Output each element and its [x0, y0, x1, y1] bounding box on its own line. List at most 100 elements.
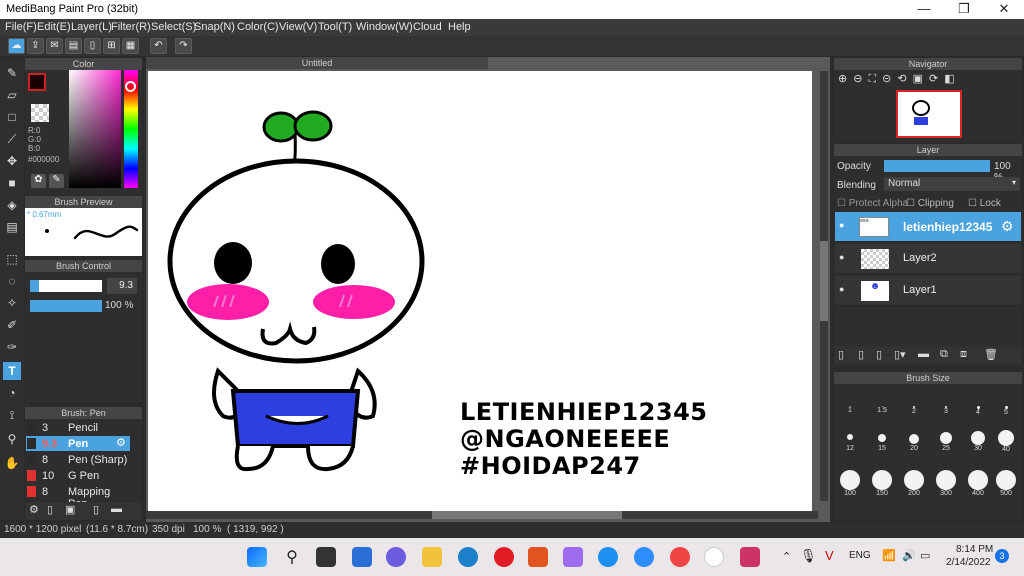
- task-view-icon[interactable]: [316, 547, 336, 567]
- move-tool-icon[interactable]: ✥: [3, 152, 21, 170]
- layer-row-layer2[interactable]: ● Layer2: [835, 244, 1021, 274]
- brush-size-option[interactable]: 400: [964, 470, 992, 497]
- clipping-checkbox[interactable]: ☐ Clipping: [906, 198, 954, 209]
- protect-alpha-checkbox[interactable]: ☐ Protect Alpha: [837, 198, 908, 209]
- widgets-icon[interactable]: [352, 547, 372, 567]
- menu-file[interactable]: File(F): [5, 21, 37, 33]
- brush-size-option[interactable]: 150: [868, 470, 896, 497]
- comment-icon[interactable]: ✉: [46, 38, 63, 54]
- reset-icon[interactable]: ▣: [913, 73, 929, 85]
- select-pen-icon[interactable]: ✐: [3, 316, 21, 334]
- text-tool-icon[interactable]: T: [3, 362, 21, 380]
- brush-add-icon[interactable]: ⚙: [29, 503, 39, 516]
- actual-size-icon[interactable]: ⊝: [882, 73, 897, 85]
- background-color-swatch[interactable]: [31, 104, 49, 122]
- flip-icon[interactable]: ◧: [944, 73, 960, 85]
- select-eraser-icon[interactable]: ✑: [3, 338, 21, 356]
- new-8bit-layer-icon[interactable]: ▯: [876, 348, 882, 361]
- brush-size-option[interactable]: 1.5: [872, 406, 892, 414]
- select-tool-icon[interactable]: ⬚: [3, 250, 21, 268]
- language-indicator[interactable]: ENG: [849, 550, 871, 561]
- new-halftone-layer-icon[interactable]: ▯: [858, 348, 864, 361]
- lock-checkbox[interactable]: ☐ Lock: [968, 198, 1001, 209]
- layer-row-letienhiep12345[interactable]: ● ≡≡≡ letienhiep12345 ⚙: [835, 212, 1021, 242]
- tiles-icon[interactable]: ▦: [122, 38, 139, 54]
- drawing-canvas[interactable]: LETIENHIEP12345 @NGAONEEEEE #HOIDAP247: [148, 71, 812, 511]
- brush-item-pencil[interactable]: 3 Pencil: [26, 420, 130, 435]
- horizontal-scrollbar[interactable]: [146, 511, 818, 519]
- brush-new-icon[interactable]: ▯: [47, 503, 53, 516]
- balloon-tool-icon[interactable]: ◔: [3, 384, 21, 402]
- menu-window[interactable]: Window(W): [356, 21, 413, 33]
- hand-tool-icon[interactable]: ✋: [3, 454, 21, 472]
- page-icon[interactable]: ▯: [84, 38, 101, 54]
- clock-date[interactable]: 2/14/2022: [946, 557, 991, 568]
- brush-size-option[interactable]: 2: [904, 406, 924, 415]
- duplicate-layer-icon[interactable]: ⧉: [940, 348, 948, 361]
- office-icon[interactable]: [528, 547, 548, 567]
- brush-size-option[interactable]: 4: [968, 406, 988, 416]
- zoom-in-icon[interactable]: ⊕: [838, 73, 853, 85]
- brush-size-option[interactable]: 12: [838, 434, 862, 452]
- palette-edit-icon[interactable]: ✎: [49, 174, 64, 188]
- visibility-icon[interactable]: ●: [839, 284, 844, 294]
- brush-size-option[interactable]: 5: [996, 406, 1016, 416]
- visibility-icon[interactable]: ●: [839, 220, 844, 230]
- brush-size-option[interactable]: 100: [836, 470, 864, 497]
- share-icon[interactable]: ⇪: [27, 38, 44, 54]
- menu-select[interactable]: Select(S): [151, 21, 196, 33]
- layer-add-menu-icon[interactable]: ▯▾: [894, 348, 906, 361]
- menu-filter[interactable]: Filter(R): [111, 21, 151, 33]
- menu-color[interactable]: Color(C): [237, 21, 279, 33]
- windows-start-icon[interactable]: [247, 547, 267, 567]
- color-picker-square[interactable]: [69, 70, 121, 188]
- brush-size-option[interactable]: 500: [992, 470, 1020, 497]
- navigator-thumbnail[interactable]: [896, 90, 962, 138]
- zoom-icon[interactable]: [634, 547, 654, 567]
- chat-icon[interactable]: ▤: [65, 38, 82, 54]
- canvas-tab[interactable]: Untitled: [146, 57, 488, 69]
- undo-icon[interactable]: ↶: [150, 38, 167, 54]
- brush-duplicate-icon[interactable]: ▣: [65, 503, 75, 516]
- battery-icon[interactable]: ▭: [920, 549, 930, 562]
- minimize-button[interactable]: —: [904, 0, 944, 19]
- brush-size-option[interactable]: 20: [902, 434, 926, 452]
- size-value[interactable]: 9.3: [107, 278, 137, 294]
- clock-time[interactable]: 8:14 PM: [956, 544, 993, 555]
- new-layer-icon[interactable]: ▯: [838, 348, 844, 361]
- brush-folder-icon[interactable]: ▬: [111, 503, 122, 515]
- brush-item-mapping-pen[interactable]: 8 Mapping Pen: [26, 484, 130, 510]
- notification-badge[interactable]: 3: [995, 549, 1009, 563]
- delete-layer-icon[interactable]: 🗑: [984, 348, 998, 361]
- bucket-tool-icon[interactable]: ◈: [3, 196, 21, 214]
- menu-view[interactable]: View(V): [279, 21, 317, 33]
- brush-size-option[interactable]: 25: [934, 432, 958, 452]
- palette-icon[interactable]: ✿: [31, 174, 46, 188]
- foreground-color-swatch[interactable]: [28, 73, 46, 91]
- menu-tool[interactable]: Tool(T): [318, 21, 352, 33]
- brush-item-pen-sharp[interactable]: 8 Pen (Sharp): [26, 452, 130, 467]
- gradient-tool-icon[interactable]: ▤: [3, 218, 21, 236]
- app-icon[interactable]: [563, 547, 583, 567]
- layer-settings-gear-icon[interactable]: ⚙: [1001, 218, 1014, 235]
- brush-item-g-pen[interactable]: 10 G Pen: [26, 468, 130, 483]
- brush-size-option[interactable]: 1: [840, 406, 860, 414]
- zalo-icon[interactable]: [598, 547, 618, 567]
- brush-size-option[interactable]: 3: [936, 406, 956, 415]
- brush-size-option[interactable]: 200: [900, 470, 928, 497]
- hue-handle-icon[interactable]: [125, 81, 136, 92]
- store-icon[interactable]: [458, 547, 478, 567]
- zoom-out-icon[interactable]: ⊖: [853, 73, 868, 85]
- redo-icon[interactable]: ↷: [175, 38, 192, 54]
- snipping-tool-icon[interactable]: [740, 547, 760, 567]
- fill-rect-icon[interactable]: ■: [3, 174, 21, 192]
- line-tool-icon[interactable]: ⟋: [3, 130, 21, 148]
- brush-size-option[interactable]: 300: [932, 470, 960, 497]
- blending-select[interactable]: Normal ▾: [884, 177, 1020, 191]
- brush-page-icon[interactable]: ▯: [93, 503, 99, 516]
- brush-size-option[interactable]: 40: [994, 430, 1018, 453]
- rotate-left-icon[interactable]: ⟲: [897, 73, 912, 85]
- chrome-icon[interactable]: [670, 547, 690, 567]
- lasso-tool-icon[interactable]: ◌: [3, 272, 21, 290]
- close-button[interactable]: ✕: [984, 0, 1024, 19]
